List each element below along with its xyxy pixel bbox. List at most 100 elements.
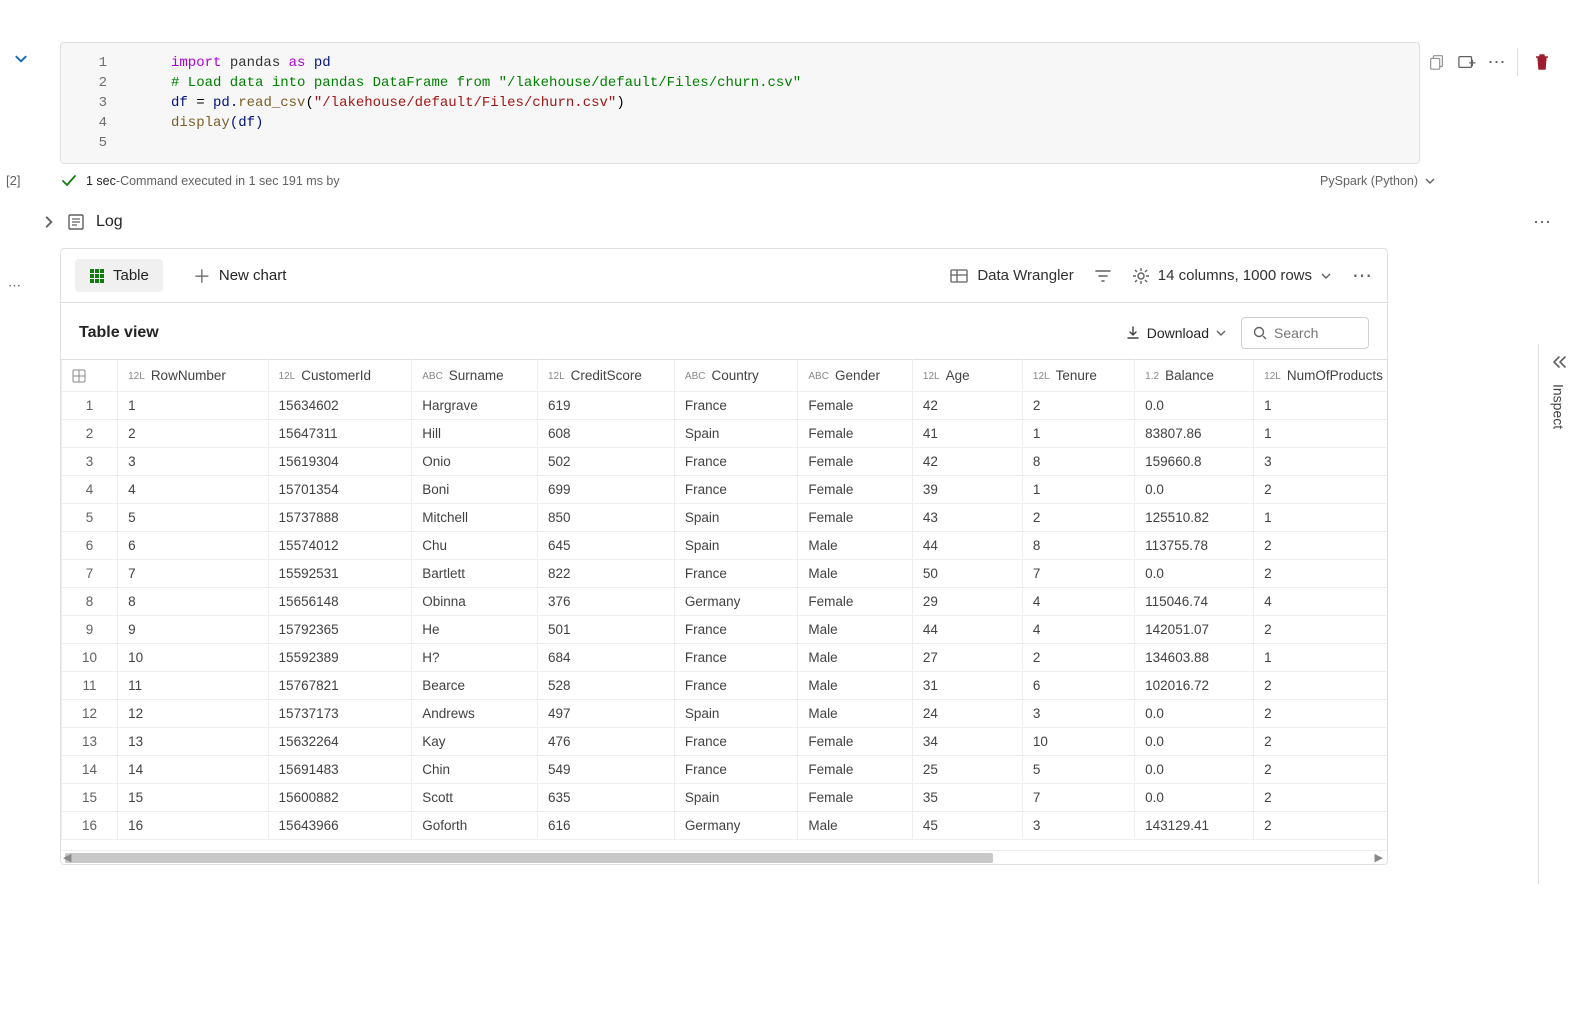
- language-selector[interactable]: PySpark (Python): [1320, 174, 1418, 188]
- table-cell: 699: [537, 476, 674, 504]
- table-cell: 11: [118, 672, 268, 700]
- table-column-header[interactable]: ABCSurname: [412, 360, 538, 392]
- table-cell: 1: [1254, 392, 1387, 420]
- table-cell: France: [674, 672, 797, 700]
- table-cell: 39: [912, 476, 1022, 504]
- table-cell: 2: [118, 420, 268, 448]
- table-cell: 3: [1022, 700, 1134, 728]
- table-column-header[interactable]: 12LNumOfProducts: [1254, 360, 1387, 392]
- data-wrangler-button[interactable]: Data Wrangler: [949, 266, 1073, 286]
- table-cell: 822: [537, 560, 674, 588]
- table-cell: 528: [537, 672, 674, 700]
- table-cell: 684: [537, 644, 674, 672]
- table-cell: Male: [798, 700, 913, 728]
- table-cell: Female: [798, 420, 913, 448]
- success-check-icon: [60, 172, 78, 190]
- plus-icon: ＋: [193, 263, 211, 289]
- table-cell: 15737173: [268, 700, 412, 728]
- table-cell: 35: [912, 784, 1022, 812]
- table-column-header[interactable]: 12LRowNumber: [118, 360, 268, 392]
- table-cell: 7: [1022, 560, 1134, 588]
- table-cell: 14: [118, 756, 268, 784]
- tab-table[interactable]: Table: [75, 259, 163, 292]
- table-cell: 2: [1254, 728, 1387, 756]
- table-row[interactable]: 131315632264Kay476FranceFemale34100.021: [62, 728, 1388, 756]
- table-cell: 31: [912, 672, 1022, 700]
- table-cell: 159660.8: [1135, 448, 1254, 476]
- inspect-side-panel[interactable]: Inspect: [1538, 344, 1578, 884]
- table-column-header[interactable]: 12LCreditScore: [537, 360, 674, 392]
- table-row[interactable]: 9915792365He501FranceMale444142051.0720: [62, 616, 1388, 644]
- table-row[interactable]: 101015592389H?684FranceMale272134603.881…: [62, 644, 1388, 672]
- search-box[interactable]: [1241, 317, 1369, 349]
- filter-button[interactable]: [1094, 267, 1112, 285]
- table-cell: 15592531: [268, 560, 412, 588]
- table-row[interactable]: 2215647311Hill608SpainFemale41183807.861…: [62, 420, 1388, 448]
- code-editor[interactable]: 12345 import pandas as pd # Load data in…: [60, 42, 1420, 164]
- table-cell: 142051.07: [1135, 616, 1254, 644]
- table-cell: Spain: [674, 504, 797, 532]
- table-cell: 0.0: [1135, 728, 1254, 756]
- table-row[interactable]: 1115634602Hargrave619FranceFemale4220.01…: [62, 392, 1388, 420]
- table-row[interactable]: 5515737888Mitchell850SpainFemale43212551…: [62, 504, 1388, 532]
- table-cell: 635: [537, 784, 674, 812]
- collapse-cell-icon[interactable]: [14, 52, 28, 66]
- table-cell: Hill: [412, 420, 538, 448]
- table-cell: 41: [912, 420, 1022, 448]
- table-cell: 3: [1254, 448, 1387, 476]
- table-column-header[interactable]: 12LAge: [912, 360, 1022, 392]
- table-row[interactable]: 141415691483Chin549FranceFemale2550.020: [62, 756, 1388, 784]
- double-chevron-left-icon[interactable]: [1551, 354, 1567, 370]
- table-cell: Male: [798, 532, 913, 560]
- table-row[interactable]: 4415701354Boni699FranceFemale3910.020: [62, 476, 1388, 504]
- table-cell: Female: [798, 756, 913, 784]
- table-cell: 15647311: [268, 420, 412, 448]
- table-row[interactable]: 8815656148Obinna376GermanyFemale29411504…: [62, 588, 1388, 616]
- table-row[interactable]: 6615574012Chu645SpainMale448113755.7821: [62, 532, 1388, 560]
- log-more-icon[interactable]: ⋯: [1533, 212, 1552, 233]
- columns-summary-label: 14 columns, 1000 rows: [1158, 267, 1312, 284]
- table-row[interactable]: 7715592531Bartlett822FranceMale5070.021: [62, 560, 1388, 588]
- table-cell: Spain: [674, 784, 797, 812]
- table-cell: 15634602: [268, 392, 412, 420]
- table-scroll[interactable]: 12LRowNumber12LCustomerIdABCSurname12LCr…: [61, 359, 1387, 850]
- table-cell: France: [674, 560, 797, 588]
- table-row[interactable]: 111115767821Bearce528FranceMale316102016…: [62, 672, 1388, 700]
- table-column-header[interactable]: ABCCountry: [674, 360, 797, 392]
- table-cell: 1: [1022, 420, 1134, 448]
- table-cell: 16: [118, 812, 268, 840]
- table-cell: 12: [118, 700, 268, 728]
- table-column-header[interactable]: 1.2Balance: [1135, 360, 1254, 392]
- table-row[interactable]: 151515600882Scott635SpainFemale3570.021: [62, 784, 1388, 812]
- table-cell: 502: [537, 448, 674, 476]
- output-more-icon[interactable]: ⋯: [1352, 263, 1373, 288]
- code-content[interactable]: import pandas as pd # Load data into pan…: [61, 53, 1419, 153]
- table-column-header[interactable]: 12LTenure: [1022, 360, 1134, 392]
- download-button[interactable]: Download: [1125, 325, 1227, 341]
- scrollbar-thumb[interactable]: [65, 853, 993, 863]
- table-cell: 2: [1254, 560, 1387, 588]
- table-row[interactable]: 3315619304Onio502FranceFemale428159660.8…: [62, 448, 1388, 476]
- table-row[interactable]: 161615643966Goforth616GermanyMale4531431…: [62, 812, 1388, 840]
- table-cell: 0.0: [1135, 700, 1254, 728]
- table-cell: 8: [118, 588, 268, 616]
- columns-summary-button[interactable]: 14 columns, 1000 rows: [1132, 267, 1332, 285]
- horizontal-scrollbar[interactable]: ◀ ▶: [61, 850, 1387, 864]
- chevron-down-icon[interactable]: [1424, 175, 1436, 187]
- tab-new-chart[interactable]: ＋ New chart: [179, 255, 301, 297]
- table-cell: 0.0: [1135, 756, 1254, 784]
- table-column-header[interactable]: ABCGender: [798, 360, 913, 392]
- tab-table-label: Table: [113, 267, 149, 284]
- row-index: 1: [62, 392, 118, 420]
- table-index-header[interactable]: [62, 360, 118, 392]
- left-vertical-more-icon[interactable]: ⋯: [8, 278, 19, 294]
- table-row[interactable]: 121215737173Andrews497SpainMale2430.021: [62, 700, 1388, 728]
- table-column-header[interactable]: 12LCustomerId: [268, 360, 412, 392]
- log-icon: [66, 212, 86, 232]
- search-input[interactable]: [1274, 325, 1354, 341]
- chevron-right-icon[interactable]: [42, 215, 56, 229]
- log-section[interactable]: Log ⋯: [42, 212, 1578, 232]
- row-index: 11: [62, 672, 118, 700]
- table-cell: Male: [798, 672, 913, 700]
- table-cell: 497: [537, 700, 674, 728]
